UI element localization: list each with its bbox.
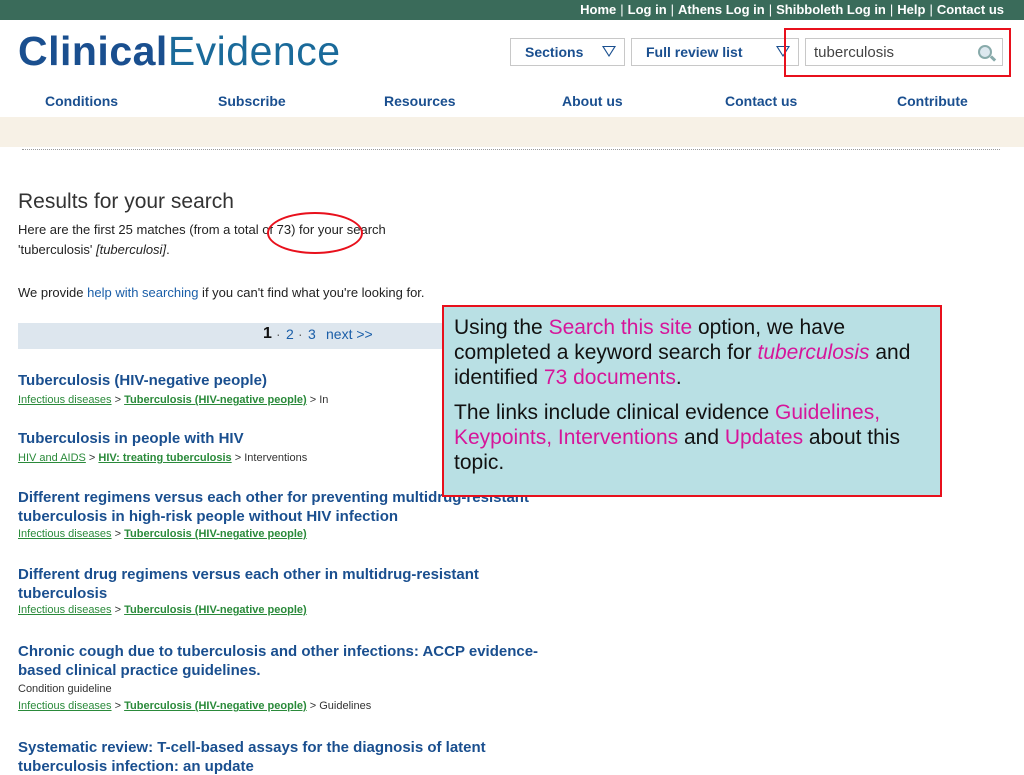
athens-login-link[interactable]: Athens Log in (678, 2, 765, 17)
breadcrumb-topic-link[interactable]: Tuberculosis (HIV-negative people) (124, 528, 307, 540)
callout-text: and (678, 426, 725, 449)
result-breadcrumb: Infectious diseases > Tuberculosis (HIV-… (18, 700, 372, 712)
breadcrumb-section: Guidelines (319, 700, 372, 712)
result-breadcrumb: Infectious diseases > Tuberculosis (HIV-… (18, 528, 307, 540)
callout-highlight: Updates (724, 426, 804, 449)
result-title[interactable]: Different drug regimens versus each othe… (18, 566, 479, 583)
page-title: Results for your search (18, 190, 234, 213)
logo-part-clinical: Clinical (18, 28, 168, 74)
result-title[interactable]: Systematic review: T-cell-based assays f… (18, 739, 486, 756)
nav-subscribe[interactable]: Subscribe (218, 93, 286, 109)
result-breadcrumb: Infectious diseases > Tuberculosis (HIV-… (18, 394, 329, 406)
callout-highlight: tuberculosis (757, 341, 870, 364)
pagination-bar: 1 · 2 · 3 next >> (18, 323, 468, 349)
result-title-line2[interactable]: based clinical practice guidelines. (18, 662, 261, 679)
next-page-link[interactable]: next >> (326, 326, 373, 342)
sub-nav-band (0, 117, 1024, 147)
callout-highlight: 73 documents (543, 366, 676, 389)
callout-text: The links include clinical evidence (454, 401, 775, 424)
result-breadcrumb: Infectious diseases > Tuberculosis (HIV-… (18, 604, 307, 616)
result-title[interactable]: Chronic cough due to tuberculosis and ot… (18, 643, 538, 660)
help-searching-link[interactable]: help with searching (87, 285, 198, 300)
help-pre: We provide (18, 285, 88, 300)
full-review-dropdown[interactable]: Full review list (631, 38, 799, 66)
callout-paragraph-2: The links include clinical evidence Guid… (454, 400, 930, 475)
nav-resources[interactable]: Resources (384, 93, 456, 109)
result-type: Condition guideline (18, 683, 112, 695)
nav-conditions[interactable]: Conditions (45, 93, 118, 109)
home-link[interactable]: Home (580, 2, 616, 17)
help-post: if you can't find what you're looking fo… (198, 285, 425, 300)
breadcrumb-section: In (319, 394, 329, 406)
top-bar: Home | Log in | Athens Log in | Shibboleth Log… (0, 0, 1024, 20)
callout-text: Using the (454, 316, 549, 339)
result-title[interactable]: Tuberculosis (HIV-negative people) (18, 372, 267, 389)
result-breadcrumb: HIV and AIDS > HIV: treating tuberculosi… (18, 452, 308, 464)
results-query: 'tuberculosis' [tuberculosi]. (18, 242, 170, 257)
query-text: 'tuberculosis' (18, 242, 93, 257)
breadcrumb-category-link[interactable]: Infectious diseases (18, 700, 112, 712)
result-title[interactable]: Tuberculosis in people with HIV (18, 430, 244, 447)
breadcrumb-category-link[interactable]: Infectious diseases (18, 394, 112, 406)
login-link[interactable]: Log in (628, 2, 667, 17)
contact-us-top-link[interactable]: Contact us (937, 2, 1004, 17)
breadcrumb-topic-link[interactable]: Tuberculosis (HIV-negative people) (124, 700, 307, 712)
page-current: 1 (263, 325, 272, 342)
query-alt: [tuberculosi] (95, 242, 167, 257)
breadcrumb-topic-link[interactable]: Tuberculosis (HIV-negative people) (124, 604, 307, 616)
result-title-line2[interactable]: tuberculosis in high-risk people without… (18, 508, 398, 525)
divider (22, 149, 1000, 150)
breadcrumb-topic-link[interactable]: HIV: treating tuberculosis (98, 452, 231, 464)
annotation-callout: Using the Search this site option, we ha… (442, 305, 942, 497)
search-highlight-box (784, 28, 1011, 77)
breadcrumb-category-link[interactable]: Infectious diseases (18, 604, 112, 616)
shibboleth-login-link[interactable]: Shibboleth Log in (776, 2, 886, 17)
sections-label: Sections (525, 44, 584, 60)
page-sep: · (298, 326, 303, 342)
result-title-line2[interactable]: tuberculosis infection: an update (18, 758, 254, 775)
callout-paragraph-1: Using the Search this site option, we ha… (454, 315, 930, 390)
callout-highlight: Search this site (548, 316, 693, 339)
total-highlight-ellipse (267, 212, 363, 254)
callout-text: . (675, 366, 682, 389)
query-end: . (166, 242, 170, 257)
nav-contact-us[interactable]: Contact us (725, 93, 797, 109)
page-sep: · (276, 326, 281, 342)
nav-about-us[interactable]: About us (562, 93, 623, 109)
sections-dropdown[interactable]: Sections (510, 38, 625, 66)
breadcrumb-topic-link[interactable]: Tuberculosis (HIV-negative people) (124, 394, 307, 406)
breadcrumb-category-link[interactable]: HIV and AIDS (18, 452, 86, 464)
page-3-link[interactable]: 3 (308, 326, 316, 342)
result-title-line2[interactable]: tuberculosis (18, 585, 107, 602)
page-2-link[interactable]: 2 (286, 326, 294, 342)
help-text: We provide help with searching if you ca… (18, 285, 425, 300)
breadcrumb-section: Interventions (244, 452, 308, 464)
chevron-down-icon (602, 46, 616, 57)
site-logo[interactable]: ClinicalEvidence (18, 28, 341, 75)
help-link[interactable]: Help (897, 2, 925, 17)
top-links: Home | Log in | Athens Log in | Shibboleth Log… (580, 2, 1004, 17)
breadcrumb-category-link[interactable]: Infectious diseases (18, 528, 112, 540)
nav-contribute[interactable]: Contribute (897, 93, 968, 109)
logo-part-evidence: Evidence (167, 28, 341, 74)
full-review-label: Full review list (646, 44, 743, 60)
